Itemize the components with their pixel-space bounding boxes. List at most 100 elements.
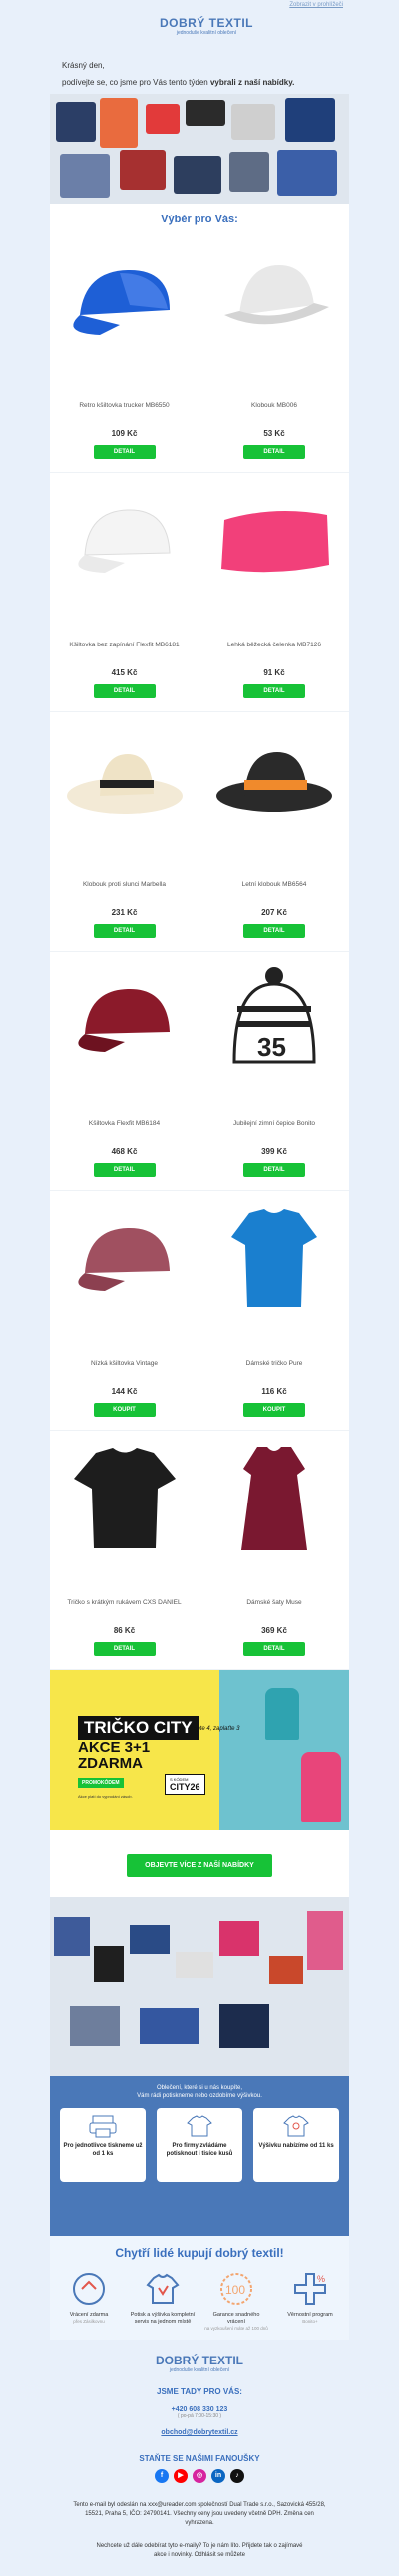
- section-title: Výběr pro Vás:: [161, 214, 238, 225]
- instagram-icon[interactable]: ◎: [193, 2469, 206, 2483]
- product-name[interactable]: Retro kšiltovka trucker MB6550: [56, 401, 193, 410]
- promo-subtitle: AKCE 3+1 ZDARMA: [78, 1739, 151, 1772]
- svg-text:%: %: [317, 2274, 325, 2284]
- product-detail-button[interactable]: DETAIL: [93, 924, 156, 938]
- product-detail-button[interactable]: DETAIL: [93, 684, 156, 698]
- hero-banner-image[interactable]: [50, 94, 349, 204]
- product-grid: Retro kšiltovka trucker MB6550 109 Kč DETA…: [50, 233, 349, 1670]
- cap-icon[interactable]: [60, 485, 190, 595]
- secondary-banner-image[interactable]: [50, 1897, 349, 2076]
- beanie-icon[interactable]: 35: [209, 964, 339, 1073]
- benefits-intro: Oblečení, které si u nás koupíte, Vám rá…: [137, 2085, 262, 2099]
- product-card[interactable]: Tričko s krátkým rukávem CXS DANIEL 86 Kč…: [50, 1431, 200, 1670]
- trucker-cap-icon[interactable]: [60, 245, 190, 355]
- product-card[interactable]: Retro kšiltovka trucker MB6550 109 Kč DETA…: [50, 233, 200, 473]
- product-price: 399 Kč: [261, 1147, 287, 1156]
- product-card[interactable]: Dámské šaty Muse 369 Kč DETAIL: [200, 1431, 349, 1670]
- youtube-icon[interactable]: ▶: [174, 2469, 188, 2483]
- product-card[interactable]: Klobouk MB006 53 Kč DETAIL: [200, 233, 349, 473]
- smart-item-subtitle: přes Zásilkovnu: [73, 2319, 105, 2324]
- promo-note: Akce platí do vyprodání zásob.: [78, 1794, 133, 1799]
- product-price: 207 Kč: [261, 908, 287, 917]
- smart-item: % Věrnostní program Bonito+: [277, 2270, 343, 2332]
- smart-title: Chytří lidé kupují dobrý textil!: [115, 2246, 284, 2260]
- unsubscribe-text: Nechcete už dále odebírat tyto e-maily? …: [96, 2543, 303, 2558]
- greeting-block: Krásný den, podívejte se, co jsme pro Vá…: [0, 48, 399, 94]
- promo-banner[interactable]: TRIČKO CITY AKCE 3+1 ZDARMA Kupte 4, zapl…: [50, 1670, 349, 1830]
- phone-link[interactable]: +420 608 330 123: [0, 2406, 399, 2413]
- smart-item-subtitle: na vyzkoušení máte až 100 dnů: [204, 2326, 268, 2331]
- flexfit-cap-icon[interactable]: [60, 964, 190, 1073]
- product-name[interactable]: Kšiltovka bez zapínání Flexfit MB6181: [56, 641, 193, 649]
- product-name[interactable]: Nízká kšiltovka Vintage: [56, 1359, 193, 1368]
- product-name[interactable]: Lehká běžecká čelenka MB7126: [205, 641, 343, 649]
- product-card[interactable]: 35 Jubilejní zimní čepice Bonito 399 Kč DET…: [200, 952, 349, 1191]
- product-name[interactable]: Klobouk proti slunci Marbella: [56, 880, 193, 889]
- vintage-cap-icon[interactable]: [60, 1203, 190, 1313]
- product-price: 144 Kč: [111, 1387, 138, 1396]
- product-card[interactable]: Nízká kšiltovka Vintage 144 Kč KOUPIT: [50, 1191, 200, 1431]
- product-detail-button[interactable]: DETAIL: [93, 1163, 156, 1177]
- product-card[interactable]: Klobouk proti slunci Marbella 231 Kč DETAI…: [50, 712, 200, 952]
- product-price: 415 Kč: [111, 668, 138, 677]
- black-tshirt-icon[interactable]: [60, 1443, 190, 1552]
- product-card[interactable]: Lehká běžecká čelenka MB7126 91 Kč DETAIL: [200, 473, 349, 712]
- benefit-label: Pro firmy zvládáme potisknout i tisíce k…: [166, 2143, 233, 2157]
- more-button-wrap: OBJEVTE VÍCE Z NAŠÍ NABÍDKY: [50, 1830, 349, 1897]
- dress-icon[interactable]: [209, 1443, 339, 1552]
- bucket-hat-icon[interactable]: [209, 245, 339, 355]
- intro-text: podívejte se, co jsme pro Vás tento týde…: [62, 78, 295, 87]
- smart-item: Potisk a výšivka kompletní servis na jed…: [130, 2270, 196, 2332]
- product-detail-button[interactable]: DETAIL: [243, 445, 305, 459]
- brand-tagline: jednoduše kvalitní oblečení: [176, 30, 237, 36]
- smart-item-title: Potisk a výšivka kompletní servis na jed…: [130, 2312, 196, 2325]
- view-in-browser-link[interactable]: Zobrazit v prohlížeči: [289, 2, 343, 8]
- product-detail-button[interactable]: DETAIL: [93, 445, 156, 459]
- product-card[interactable]: Kšiltovka bez zapínání Flexfit MB6181 415…: [50, 473, 200, 712]
- product-name[interactable]: Dámské šaty Muse: [205, 1598, 343, 1607]
- linkedin-icon[interactable]: in: [211, 2469, 225, 2483]
- headband-icon[interactable]: [209, 485, 339, 595]
- tshirt-icon[interactable]: [209, 1203, 339, 1313]
- print-service-icon: [144, 2270, 182, 2308]
- product-name[interactable]: Jubilejní zimní čepice Bonito: [205, 1119, 343, 1128]
- product-detail-button[interactable]: DETAIL: [243, 1642, 305, 1656]
- embroidery-shirt-icon: [281, 2114, 311, 2138]
- facebook-icon[interactable]: f: [155, 2469, 169, 2483]
- sun-hat-icon[interactable]: [60, 724, 190, 834]
- promo-code-label: PROMOKÓDEM: [78, 1778, 124, 1788]
- product-name[interactable]: Letní klobouk MB6564: [205, 880, 343, 889]
- product-buy-button[interactable]: KOUPIT: [243, 1403, 305, 1417]
- product-price: 369 Kč: [261, 1626, 287, 1635]
- promo-title: TRIČKO CITY: [78, 1716, 199, 1740]
- return-icon: [70, 2270, 108, 2308]
- product-card[interactable]: Dámské tričko Pure 116 Kč KOUPIT: [200, 1191, 349, 1431]
- product-card[interactable]: Kšiltovka Flexfit MB6184 468 Kč DETAIL: [50, 952, 200, 1191]
- shirt-stack-icon: [185, 2114, 214, 2138]
- svg-text:100: 100: [225, 2283, 245, 2297]
- product-name[interactable]: Tričko s krátkým rukávem CXS DANIEL: [56, 1598, 193, 1607]
- product-card[interactable]: Letní klobouk MB6564 207 Kč DETAIL: [200, 712, 349, 952]
- product-price: 231 Kč: [111, 908, 138, 917]
- benefit-label: Pro jednotlivce tiskneme už od 1 ks: [63, 2143, 143, 2157]
- fedora-icon[interactable]: [209, 724, 339, 834]
- benefits-row: Pro jednotlivce tiskneme už od 1 ks Pro f…: [60, 2108, 339, 2182]
- smart-item: Vrácení zdarma přes Zásilkovnu: [56, 2270, 122, 2332]
- benefits-band: Oblečení, které si u nás koupíte, Vám rá…: [50, 2076, 349, 2236]
- product-price: 53 Kč: [263, 429, 285, 438]
- product-detail-button[interactable]: DETAIL: [93, 1642, 156, 1656]
- explore-more-button[interactable]: OBJEVTE VÍCE Z NAŠÍ NABÍDKY: [127, 1854, 272, 1877]
- product-detail-button[interactable]: DETAIL: [243, 684, 305, 698]
- tiktok-icon[interactable]: ♪: [230, 2469, 244, 2483]
- brand-logo[interactable]: DOBRÝ TEXTIL jednoduše kvalitní oblečení: [160, 16, 253, 36]
- product-detail-button[interactable]: DETAIL: [243, 924, 305, 938]
- footer: DOBRÝ TEXTIL jednoduše kvalitní oblečení …: [0, 2340, 399, 2576]
- product-detail-button[interactable]: DETAIL: [243, 1163, 305, 1177]
- footer-logo[interactable]: DOBRÝ TEXTIL jednoduše kvalitní oblečení: [0, 2354, 399, 2373]
- product-name[interactable]: Klobouk MB006: [205, 401, 343, 410]
- product-name[interactable]: Dámské tričko Pure: [205, 1359, 343, 1368]
- product-buy-button[interactable]: KOUPIT: [93, 1403, 156, 1417]
- product-name[interactable]: Kšiltovka Flexfit MB6184: [56, 1119, 193, 1128]
- email-link[interactable]: obchod@dobrytextil.cz: [0, 2429, 399, 2436]
- benefit-card: Pro jednotlivce tiskneme už od 1 ks: [60, 2108, 146, 2182]
